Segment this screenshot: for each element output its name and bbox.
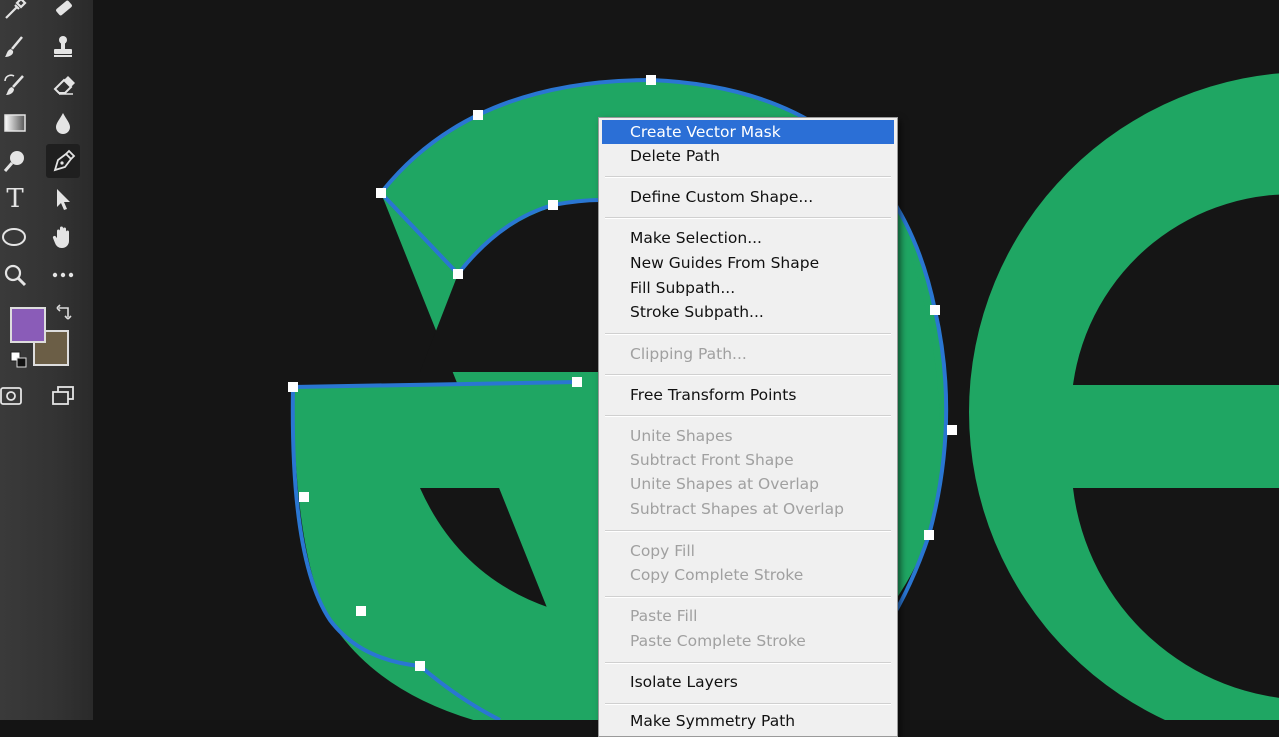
blur-drop-icon[interactable] bbox=[46, 106, 80, 140]
menu-separator bbox=[605, 596, 891, 598]
menu-separator bbox=[605, 374, 891, 376]
menu-item-label: Unite Shapes at Overlap bbox=[630, 475, 819, 493]
menu-item-label: Make Selection... bbox=[630, 229, 762, 247]
menu-item-label: Stroke Subpath... bbox=[630, 303, 764, 321]
menu-item-label: Copy Fill bbox=[630, 542, 695, 560]
menu-item-label: Create Vector Mask bbox=[630, 123, 781, 141]
patch-tool-icon[interactable] bbox=[46, 0, 80, 26]
path-context-menu: Create Vector Mask Delete Path Define Cu… bbox=[598, 117, 898, 737]
eyedropper-icon[interactable] bbox=[0, 0, 32, 26]
menu-item-unite-shapes-at-overlap[interactable]: Unite Shapes at Overlap bbox=[602, 472, 894, 496]
menu-item-label: Paste Complete Stroke bbox=[630, 632, 806, 650]
menu-item-make-selection[interactable]: Make Selection... bbox=[602, 226, 894, 250]
menu-item-paste-complete-stroke[interactable]: Paste Complete Stroke bbox=[602, 629, 894, 653]
menu-separator bbox=[605, 662, 891, 664]
menu-item-subtract-front-shape[interactable]: Subtract Front Shape bbox=[602, 448, 894, 472]
menu-item-stroke-subpath[interactable]: Stroke Subpath... bbox=[602, 300, 894, 324]
gradient-icon[interactable] bbox=[0, 106, 32, 140]
menu-item-label: Clipping Path... bbox=[630, 345, 747, 363]
menu-item-label: Fill Subpath... bbox=[630, 279, 736, 297]
tools-panel: T bbox=[0, 0, 93, 720]
menu-item-label: Subtract Shapes at Overlap bbox=[630, 500, 844, 518]
hand-icon[interactable] bbox=[46, 220, 80, 254]
menu-item-new-guides-from-shape[interactable]: New Guides From Shape bbox=[602, 251, 894, 275]
menu-item-label: Free Transform Points bbox=[630, 386, 797, 404]
foreground-color-swatch[interactable] bbox=[10, 307, 46, 343]
screen-mode-icon[interactable] bbox=[46, 379, 80, 413]
menu-item-label: Paste Fill bbox=[630, 607, 698, 625]
menu-separator bbox=[605, 415, 891, 417]
menu-item-label: Copy Complete Stroke bbox=[630, 566, 804, 584]
menu-item-unite-shapes[interactable]: Unite Shapes bbox=[602, 424, 894, 448]
path-selection-icon[interactable] bbox=[46, 182, 80, 216]
menu-item-copy-fill[interactable]: Copy Fill bbox=[602, 539, 894, 563]
menu-item-isolate-layers[interactable]: Isolate Layers bbox=[602, 670, 894, 694]
menu-item-copy-complete-stroke[interactable]: Copy Complete Stroke bbox=[602, 563, 894, 587]
history-brush-icon[interactable] bbox=[0, 68, 32, 102]
menu-item-label: Delete Path bbox=[630, 147, 720, 165]
ellipse-shape-icon[interactable] bbox=[0, 220, 32, 254]
menu-item-label: New Guides From Shape bbox=[630, 254, 820, 272]
menu-item-clipping-path[interactable]: Clipping Path... bbox=[602, 342, 894, 366]
menu-separator bbox=[605, 703, 891, 705]
pen-tool-icon[interactable] bbox=[46, 144, 80, 178]
eraser-icon[interactable] bbox=[46, 68, 80, 102]
menu-item-label: Isolate Layers bbox=[630, 673, 738, 691]
brush-icon[interactable] bbox=[0, 30, 32, 64]
menu-item-label: Unite Shapes bbox=[630, 427, 733, 445]
default-colors-icon[interactable] bbox=[9, 350, 29, 370]
menu-separator bbox=[605, 217, 891, 219]
type-tool-icon[interactable]: T bbox=[0, 182, 32, 216]
quick-mask-icon[interactable] bbox=[0, 379, 28, 413]
menu-item-make-symmetry-path[interactable]: Make Symmetry Path bbox=[602, 709, 894, 733]
zoom-icon[interactable] bbox=[0, 258, 32, 292]
menu-item-paste-fill[interactable]: Paste Fill bbox=[602, 604, 894, 628]
clone-stamp-icon[interactable] bbox=[46, 30, 80, 64]
dodge-icon[interactable] bbox=[0, 144, 32, 178]
type-tool-letter: T bbox=[6, 184, 24, 214]
swap-colors-icon[interactable] bbox=[54, 304, 74, 324]
menu-item-create-vector-mask[interactable]: Create Vector Mask bbox=[602, 120, 894, 144]
menu-item-free-transform-points[interactable]: Free Transform Points bbox=[602, 383, 894, 407]
menu-item-label: Subtract Front Shape bbox=[630, 451, 794, 469]
menu-separator bbox=[605, 530, 891, 532]
menu-item-delete-path[interactable]: Delete Path bbox=[602, 144, 894, 168]
menu-separator bbox=[605, 176, 891, 178]
menu-item-subtract-shapes-at-overlap[interactable]: Subtract Shapes at Overlap bbox=[602, 497, 894, 521]
letter-e-shape bbox=[969, 73, 1279, 720]
menu-item-fill-subpath[interactable]: Fill Subpath... bbox=[602, 276, 894, 300]
more-tools-icon[interactable] bbox=[46, 258, 80, 292]
menu-item-define-custom-shape[interactable]: Define Custom Shape... bbox=[602, 185, 894, 209]
menu-item-label: Make Symmetry Path bbox=[630, 712, 796, 730]
menu-item-label: Define Custom Shape... bbox=[630, 188, 814, 206]
menu-separator bbox=[605, 333, 891, 335]
